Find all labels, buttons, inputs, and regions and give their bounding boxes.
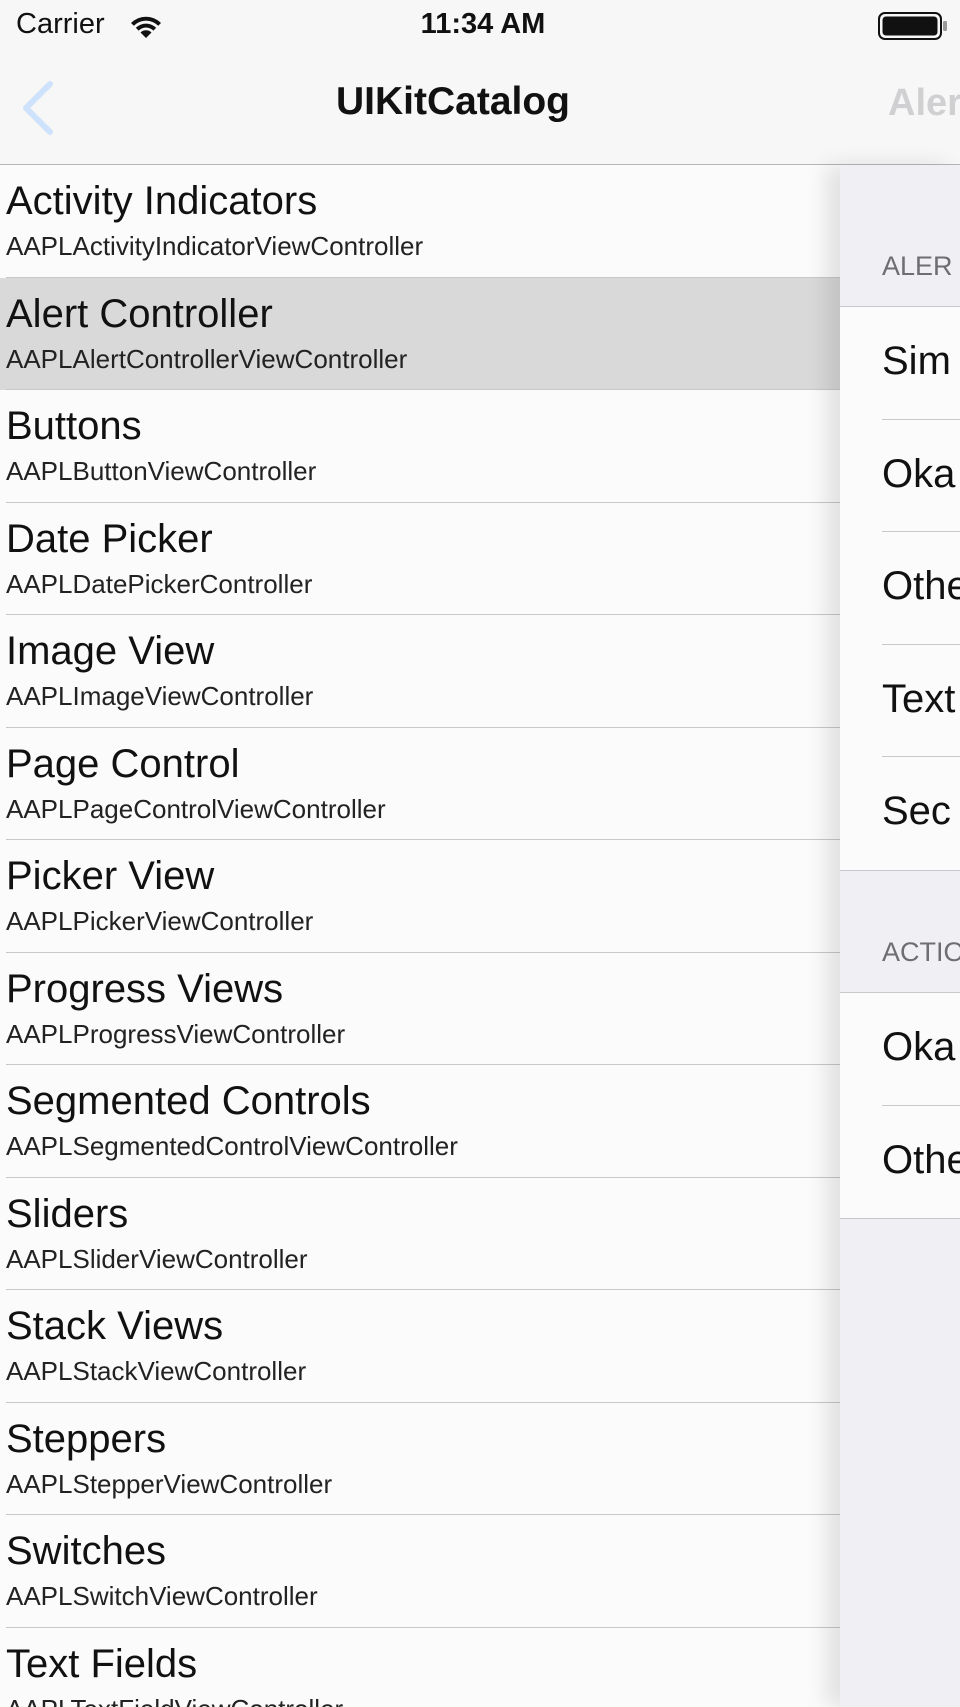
navigation-bar: UIKitCatalog Aler [0,52,960,165]
list-item-subtitle: AAPLSegmentedControlViewController [6,1131,458,1161]
alert-style-group: Sim Oka Othe Text Sec [840,306,960,871]
master-list[interactable]: Activity Indicators AAPLActivityIndicator… [0,165,840,1707]
detail-row-label: Othe [882,1137,960,1182]
list-item[interactable]: Image View AAPLImageViewController [0,615,840,728]
battery-icon [878,12,947,40]
list-item[interactable]: Sliders AAPLSliderViewController [0,1177,840,1290]
clock-label: 11:34 AM [420,8,546,40]
list-item[interactable]: Date Picker AAPLDatePickerController [0,502,840,615]
list-item[interactable]: Buttons AAPLButtonViewController [0,390,840,503]
detail-row-label: Oka [882,451,956,496]
detail-row[interactable]: Text [840,645,960,758]
detail-row[interactable]: Sim [840,307,960,420]
list-item-title: Date Picker [6,516,213,561]
list-item-title: Sliders [6,1191,129,1236]
section-header-action: ACTIO [882,937,960,967]
list-item-title: Switches [6,1529,167,1573]
detail-row[interactable]: Othe [840,532,960,645]
list-item-subtitle: AAPLButtonViewController [6,456,317,486]
screen: Carrier 11:34 AM UIKitCatalog Aler Activ… [0,0,960,1707]
list-item-title: Activity Indicators [6,179,318,223]
list-item[interactable]: Page Control AAPLPageControlViewControlle… [0,727,840,840]
list-item-title: Image View [6,629,215,673]
detail-row[interactable]: Oka [840,420,960,533]
list-item-title: Text Fields [6,1641,198,1686]
list-item-subtitle: AAPLSwitchViewController [6,1581,318,1611]
detail-row-label: Sim [882,339,951,383]
list-item-title: Alert Controller [6,291,273,336]
list-item[interactable]: Text Fields AAPLTextFieldViewController [0,1627,840,1707]
list-item[interactable]: Picker View AAPLPickerViewController [0,840,840,953]
list-item-subtitle: AAPLPickerViewController [6,906,314,936]
detail-title: Aler [888,82,960,124]
list-item[interactable]: Stack Views AAPLStackViewController [0,1290,840,1403]
list-item-subtitle: AAPLStepperViewController [6,1468,333,1499]
list-item-subtitle: AAPLAlertControllerViewController [6,343,408,374]
list-item-title: Page Control [6,741,240,786]
list-item-title: Segmented Controls [6,1079,371,1123]
detail-row[interactable]: Othe [840,1106,960,1219]
list-item[interactable]: Alert Controller AAPLAlertControllerViewC… [0,277,840,390]
list-item-subtitle: AAPLProgressViewController [6,1018,346,1049]
list-item-title: Steppers [6,1416,167,1461]
list-item-subtitle: AAPLPageControlViewController [6,793,386,824]
list-item-subtitle: AAPLImageViewController [6,681,314,711]
detail-row-label: Othe [882,564,960,608]
list-item-title: Progress Views [6,966,284,1011]
list-item-subtitle: AAPLStackViewController [6,1356,307,1386]
detail-row[interactable]: Sec [840,757,960,870]
list-item-title: Picker View [6,854,215,898]
list-item[interactable]: Steppers AAPLStepperViewController [0,1402,840,1515]
page-title: UIKitCatalog [336,80,570,123]
list-item-subtitle: AAPLDatePickerController [6,568,313,599]
list-item-subtitle: AAPLTextFieldViewController [6,1694,343,1707]
detail-row-label: Sec [882,789,951,833]
list-item-subtitle: AAPLSliderViewController [6,1243,308,1274]
list-item-title: Stack Views [6,1304,224,1348]
list-item[interactable]: Activity Indicators AAPLActivityIndicator… [0,165,840,278]
detail-row-label: Text [882,676,956,721]
detail-pane: ALER Sim Oka Othe Text Sec ACTIO Oka Othe [840,165,960,1707]
list-item[interactable]: Segmented Controls AAPLSegmentedControlVi… [0,1065,840,1178]
list-item-subtitle: AAPLActivityIndicatorViewController [6,231,424,261]
detail-row[interactable]: Oka [840,993,960,1106]
list-item[interactable]: Switches AAPLSwitchViewController [0,1515,840,1628]
list-item[interactable]: Progress Views AAPLProgressViewController [0,952,840,1065]
action-sheet-group: Oka Othe [840,992,960,1219]
section-header-alert: ALER [882,251,953,281]
status-bar: Carrier 11:34 AM [0,0,960,52]
detail-row-label: Oka [882,1025,956,1069]
list-item-title: Buttons [6,404,142,448]
